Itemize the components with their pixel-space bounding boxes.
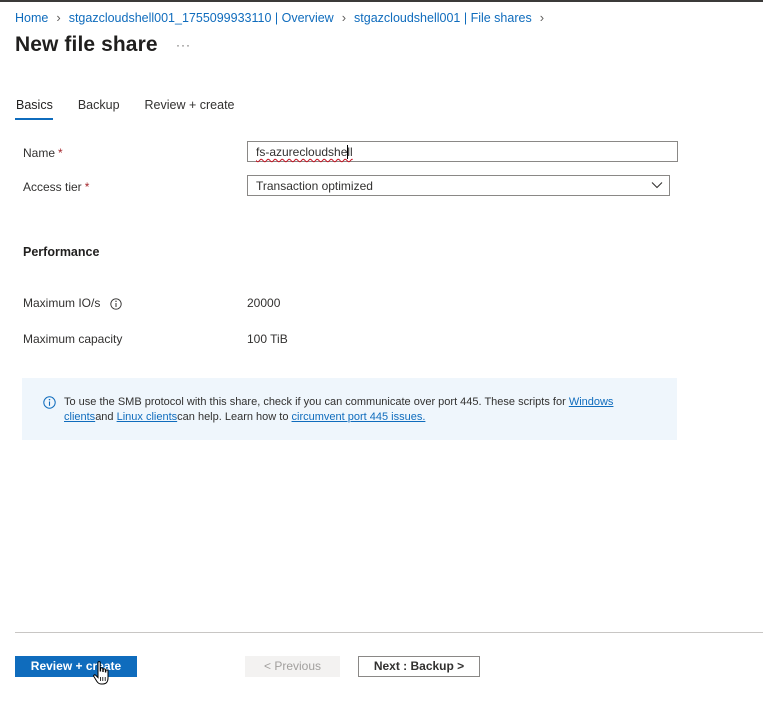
max-io-label: Maximum IO/s (23, 296, 122, 310)
more-options-button[interactable]: ··· (176, 38, 191, 52)
info-icon[interactable] (110, 298, 122, 310)
info-text-part: and (95, 411, 117, 423)
text-caret (347, 145, 348, 159)
info-icon (43, 396, 56, 409)
breadcrumb: Home › stgazcloudshell001_1755099933110 … (15, 11, 552, 25)
breadcrumb-overview[interactable]: stgazcloudshell001_1755099933110 | Overv… (69, 11, 334, 25)
info-text-part: can help. Learn how to (177, 411, 292, 423)
linux-clients-link[interactable]: Linux clients (117, 411, 178, 423)
page-title: New file share (15, 33, 158, 56)
next-backup-button[interactable]: Next : Backup > (358, 656, 480, 677)
required-marker: * (84, 180, 90, 194)
smb-info-banner: To use the SMB protocol with this share,… (22, 378, 677, 440)
name-input-value: fs-azurecloudshell (256, 145, 353, 159)
access-tier-dropdown[interactable]: Transaction optimized (247, 175, 670, 196)
info-banner-text: To use the SMB protocol with this share,… (64, 395, 624, 425)
max-capacity-label: Maximum capacity (23, 332, 123, 346)
access-tier-label: Access tier * (23, 180, 89, 194)
review-create-button[interactable]: Review + create (15, 656, 137, 677)
tab-bar: Basics Backup Review + create (15, 98, 259, 120)
max-io-label-text: Maximum IO/s (23, 296, 101, 310)
tab-basics[interactable]: Basics (15, 98, 53, 120)
hand-pointer-icon (93, 661, 109, 685)
previous-button[interactable]: < Previous (245, 656, 340, 677)
circumvent-port-link[interactable]: circumvent port 445 issues. (292, 411, 426, 423)
top-border (0, 0, 763, 2)
info-text-part: To use the SMB protocol with this share,… (64, 396, 569, 408)
chevron-right-icon: › (56, 10, 61, 25)
required-marker: * (58, 146, 63, 160)
max-capacity-value: 100 TiB (247, 332, 288, 346)
access-tier-label-text: Access tier (23, 180, 82, 194)
chevron-right-icon: › (341, 10, 347, 25)
performance-heading: Performance (23, 245, 100, 259)
name-label-text: Name (23, 146, 56, 160)
breadcrumb-file-shares[interactable]: stgazcloudshell001 | File shares (354, 11, 532, 25)
footer-divider (15, 632, 763, 633)
max-io-value: 20000 (247, 296, 281, 310)
chevron-right-icon: › (539, 10, 545, 25)
breadcrumb-home[interactable]: Home (15, 11, 48, 25)
name-label: Name * (23, 146, 63, 160)
access-tier-value: Transaction optimized (256, 179, 373, 193)
tab-review-create[interactable]: Review + create (144, 98, 235, 120)
chevron-down-icon (651, 182, 663, 189)
tab-backup[interactable]: Backup (77, 98, 120, 120)
